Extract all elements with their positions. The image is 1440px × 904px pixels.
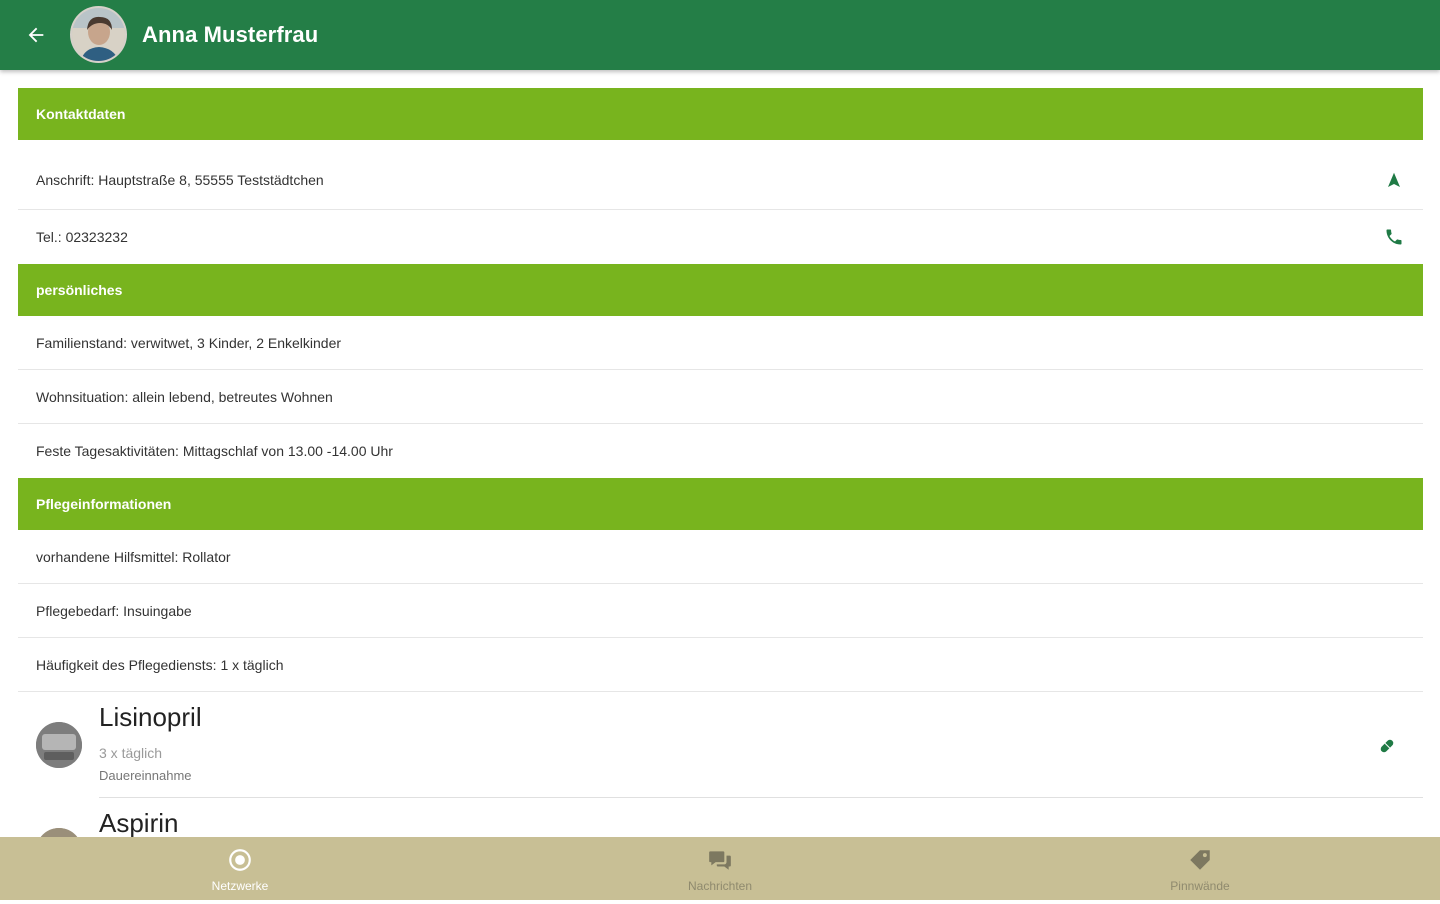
navigation-icon: [1388, 172, 1400, 187]
avatar[interactable]: [70, 6, 127, 63]
care-need-text: Pflegebedarf: Insuingabe: [36, 602, 192, 619]
aids-text: vorhandene Hilfsmittel: Rollator: [36, 548, 231, 565]
chat-bubbles-icon: [709, 851, 731, 870]
pill-photo-icon: [36, 722, 82, 768]
living-situation-text: Wohnsituation: allein lebend, betreutes …: [36, 388, 333, 405]
navigate-button[interactable]: [1381, 167, 1407, 193]
info-row: Wohnsituation: allein lebend, betreutes …: [18, 370, 1423, 424]
tag-icon: [1190, 850, 1210, 870]
marital-status-text: Familienstand: verwitwet, 3 Kinder, 2 En…: [36, 334, 342, 351]
phone-row[interactable]: Tel.: 02323232: [18, 210, 1423, 264]
medication-item-lisinopril[interactable]: Lisinopril 3 x täglich Dauereinnahme: [18, 692, 1423, 798]
care-frequency-text: Häufigkeit des Pflegediensts: 1 x täglic…: [36, 656, 284, 673]
profile-content: Kontaktdaten Anschrift: Hauptstraße 8, 5…: [18, 88, 1423, 904]
medication-name: Aspirin: [99, 808, 179, 838]
arrow-left-icon: [28, 27, 44, 43]
medication-name: Lisinopril: [99, 702, 202, 732]
nav-item-netzwerke[interactable]: Netzwerke: [0, 837, 480, 900]
section-header-pflegeinformationen: Pflegeinformationen: [18, 478, 1423, 530]
info-row: Familienstand: verwitwet, 3 Kinder, 2 En…: [18, 316, 1423, 370]
info-row: Feste Tagesaktivitäten: Mittagschlaf von…: [18, 424, 1423, 478]
radio-button-icon: [229, 849, 251, 871]
section-header-kontaktdaten: Kontaktdaten: [18, 88, 1423, 140]
medication-frequency: 3 x täglich: [99, 745, 163, 761]
info-row: vorhandene Hilfsmittel: Rollator: [18, 530, 1423, 584]
pill-icon: [1380, 739, 1394, 753]
info-row: Pflegebedarf: Insuingabe: [18, 584, 1423, 638]
phone-icon: [1386, 229, 1402, 245]
medication-type: Dauereinnahme: [99, 768, 192, 783]
address-text: Anschrift: Hauptstraße 8, 55555 Teststäd…: [36, 171, 324, 188]
profile-photo-icon: [72, 8, 125, 61]
app-bar: Anna Musterfrau: [0, 0, 1440, 70]
nav-label: Nachrichten: [687, 879, 753, 893]
nav-item-nachrichten[interactable]: Nachrichten: [480, 837, 960, 900]
medication-thumbnail: [36, 722, 82, 768]
back-button[interactable]: [20, 19, 52, 51]
nav-label: Pinnwände: [1170, 879, 1230, 893]
phone-text: Tel.: 02323232: [36, 229, 128, 245]
call-button[interactable]: [1381, 224, 1407, 250]
page-title: Anna Musterfrau: [142, 22, 319, 47]
daily-activities-text: Feste Tagesaktivitäten: Mittagschlaf von…: [36, 443, 393, 459]
nav-item-pinnwaende[interactable]: Pinnwände: [960, 837, 1440, 900]
bottom-navigation: Netzwerke Nachrichten Pinnwände: [0, 837, 1440, 900]
medication-detail-button[interactable]: [1375, 734, 1399, 758]
nav-label: Netzwerke: [211, 879, 269, 893]
info-row: Häufigkeit des Pflegediensts: 1 x täglic…: [18, 638, 1423, 692]
address-row[interactable]: Anschrift: Hauptstraße 8, 55555 Teststäd…: [18, 140, 1423, 210]
section-header-persoenliches: persönliches: [18, 264, 1423, 316]
